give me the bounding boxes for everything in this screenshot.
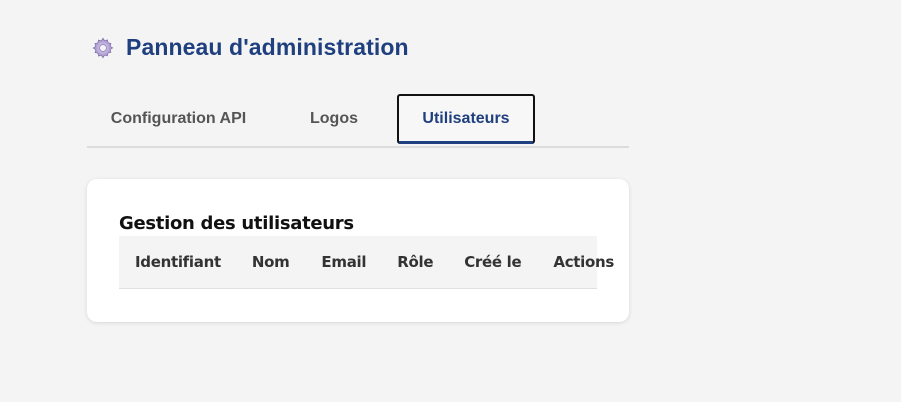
column-header-email: Email xyxy=(321,253,367,271)
tab-bar: Configuration API Logos Utilisateurs xyxy=(87,94,629,148)
column-header-role: Rôle xyxy=(397,253,434,271)
column-header-identifiant: Identifiant xyxy=(135,253,221,271)
column-header-nom: Nom xyxy=(251,253,290,271)
users-table-header: Identifiant Nom Email Rôle Créé le Actio… xyxy=(119,236,614,289)
users-section-title: Gestion des utilisateurs xyxy=(119,213,354,234)
page-header: Panneau d'administration xyxy=(90,34,409,61)
tab-logos[interactable]: Logos xyxy=(291,94,377,144)
column-header-cree-le: Créé le xyxy=(464,253,522,271)
tab-utilisateurs[interactable]: Utilisateurs xyxy=(397,94,535,144)
users-card: Gestion des utilisateurs Identifiant Nom… xyxy=(87,179,629,322)
page-title: Panneau d'administration xyxy=(126,34,409,60)
gear-icon xyxy=(90,35,116,61)
tab-configuration-api[interactable]: Configuration API xyxy=(101,94,256,144)
column-header-actions: Actions xyxy=(553,253,615,271)
admin-page: Panneau d'administration Configuration A… xyxy=(0,0,901,402)
